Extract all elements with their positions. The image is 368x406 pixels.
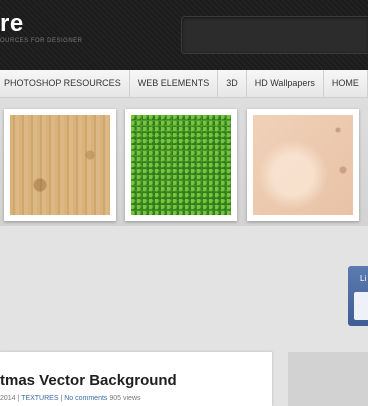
site-tagline: OURCES FOR DESIGNER — [0, 38, 83, 44]
nav-item-hd-wallpapers[interactable]: HD Wallpapers — [247, 70, 324, 97]
nav-item-web-elements[interactable]: WEB ELEMENTS — [130, 70, 219, 97]
site-logo[interactable]: re — [0, 10, 24, 38]
main-nav: PHOTOSHOP RESOURCES WEB ELEMENTS 3D HD W… — [0, 70, 368, 98]
search-input[interactable] — [181, 16, 368, 54]
post-comments-link[interactable]: No comments — [64, 395, 107, 402]
social-count-box — [354, 292, 368, 320]
social-like-button[interactable]: Li — [348, 266, 368, 326]
nav-item-home[interactable]: HOME — [324, 70, 368, 97]
paper-texture-image — [253, 115, 353, 215]
post-title[interactable]: tmas Vector Background — [0, 372, 177, 389]
post-meta: 2014 | TEXTURES | No comments 905 views — [0, 395, 141, 402]
post-card: tmas Vector Background 2014 | TEXTURES |… — [0, 352, 272, 406]
nav-item-3d[interactable]: 3D — [218, 70, 247, 97]
post-category-link[interactable]: TEXTURES — [21, 395, 58, 402]
featured-thumb-paper[interactable] — [247, 109, 359, 221]
site-header: re OURCES FOR DESIGNER — [0, 0, 368, 70]
social-like-label: Li — [360, 274, 367, 283]
featured-slider — [0, 98, 368, 226]
featured-thumb-wood[interactable] — [4, 109, 116, 221]
nav-item-photoshop-resources[interactable]: PHOTOSHOP RESOURCES — [0, 70, 130, 97]
grass-texture-image — [131, 115, 231, 215]
sidebar-widget — [288, 352, 368, 406]
wood-texture-image — [10, 115, 110, 215]
featured-thumb-grass[interactable] — [125, 109, 237, 221]
post-date: 2014 — [0, 395, 16, 402]
post-views: 905 views — [107, 395, 141, 402]
